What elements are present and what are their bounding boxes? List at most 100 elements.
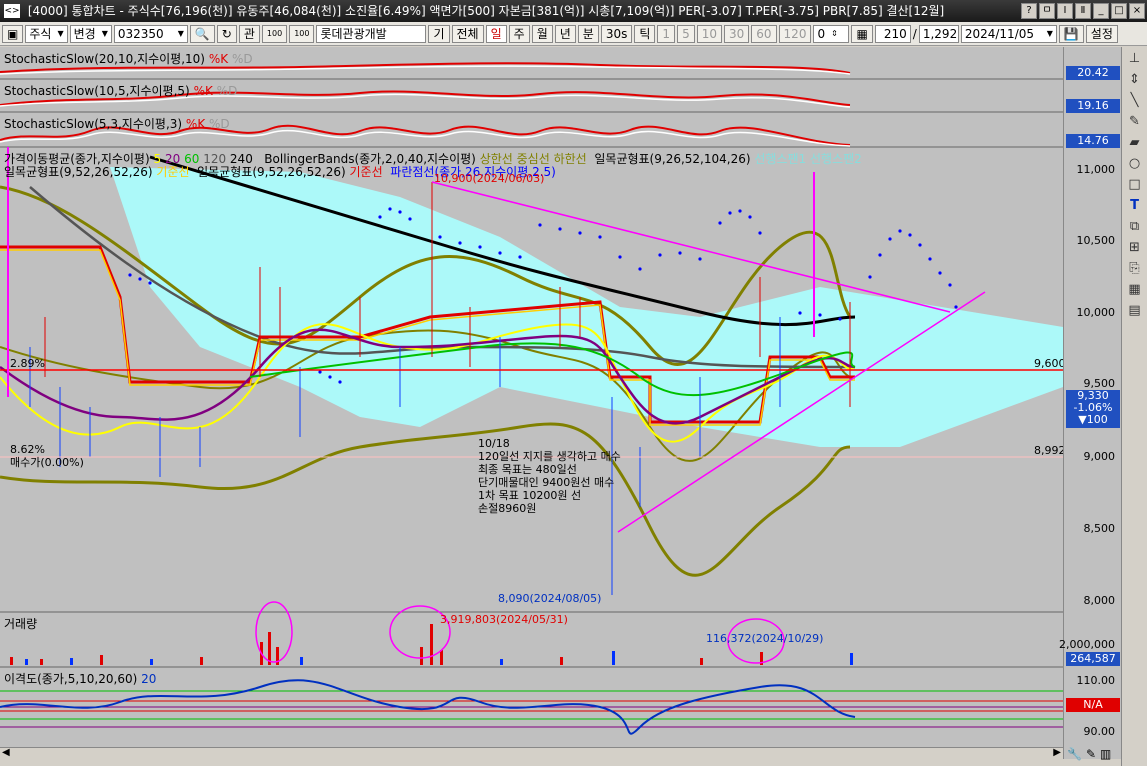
parabolic-dot — [908, 233, 912, 237]
period-week[interactable]: 주 — [508, 24, 530, 43]
period-all[interactable]: 전체 — [451, 24, 484, 43]
window-titlebar: <> [4000] 통합차트 - 주식수[76,196(천)] 유동주[46,0… — [0, 0, 1147, 22]
parabolic-dot — [718, 221, 722, 225]
help-button[interactable]: ? — [1021, 3, 1037, 19]
parabolic-dot — [868, 275, 872, 279]
100-icon[interactable]: 100 — [261, 24, 288, 43]
interval-1[interactable]: 1 — [657, 24, 676, 43]
pen-icon[interactable]: ✎ — [1126, 113, 1144, 131]
marker-icon[interactable]: ▰ — [1126, 134, 1144, 152]
parabolic-dot — [318, 370, 322, 374]
save-icon[interactable]: 💾 — [1058, 24, 1084, 43]
chart-area[interactable]: StochasticSlow(20,10,지수이평,10) %K %D Stoc… — [0, 47, 1066, 759]
layout2-button[interactable]: Ⅱ — [1075, 3, 1091, 19]
parabolic-dot — [878, 253, 882, 257]
draw-icon[interactable]: ✎ — [1086, 747, 1096, 761]
count-separator: / — [912, 26, 917, 41]
stoch3-legend: StochasticSlow(5,3,지수이평,3) %K %D — [4, 117, 230, 131]
grid-icon[interactable]: ▦ — [1126, 281, 1144, 299]
app-icon[interactable]: <> — [4, 4, 20, 18]
layout-button[interactable]: ㅁ — [1039, 3, 1055, 19]
text-tool-icon[interactable]: T — [1126, 197, 1144, 215]
period-minute[interactable]: 분 — [577, 24, 599, 43]
price-tick: 9,000 — [1083, 450, 1116, 463]
parabolic-dot — [558, 227, 562, 231]
volume-bar — [560, 657, 563, 665]
refresh-icon[interactable]: ↻ — [216, 24, 237, 43]
parabolic-dot — [578, 231, 582, 235]
pin-icon[interactable]: ⊥ — [1126, 50, 1144, 68]
period-day[interactable]: 일 — [485, 24, 507, 43]
period-year[interactable]: 년 — [554, 24, 576, 43]
volume-bar — [300, 657, 303, 665]
chart-type-icon[interactable]: ▥ — [1100, 747, 1111, 761]
scroll-left-icon[interactable]: ◀ — [2, 747, 10, 758]
fibonacci-icon[interactable]: ⧉ — [1126, 218, 1144, 236]
horizontal-scrollbar[interactable]: ◀ ▶ — [0, 747, 1063, 759]
volume-bar — [100, 655, 103, 665]
parabolic-dot — [518, 255, 522, 259]
period-tick[interactable]: 틱 — [634, 24, 656, 43]
period-gi[interactable]: 기 — [428, 24, 450, 43]
scroll-right-icon[interactable]: ▶ — [1053, 747, 1061, 758]
chevron-down-icon: ▼ — [57, 28, 64, 38]
vol-peak-annotation: 3,919,803(2024/05/31) — [440, 613, 568, 626]
layout1-button[interactable]: Ⅰ — [1057, 3, 1073, 19]
interval-5[interactable]: 5 — [677, 24, 695, 43]
parabolic-dot — [618, 255, 622, 259]
interval-10[interactable]: 10 — [696, 24, 722, 43]
chart-icon[interactable]: ▤ — [1126, 302, 1144, 320]
layout-icon[interactable]: ▣ — [2, 24, 24, 43]
wrench-icon[interactable]: 🔧 — [1067, 747, 1082, 761]
volume-bar — [25, 659, 28, 665]
volume-bar — [40, 659, 43, 665]
interval-30[interactable]: 30 — [723, 24, 750, 43]
scroll-icon[interactable]: ⇕ — [1126, 71, 1144, 89]
period-month[interactable]: 월 — [531, 24, 553, 43]
stock-name-field[interactable]: 롯데관광개발 — [316, 24, 427, 43]
code-input[interactable]: 032350 ▼ — [113, 24, 188, 43]
minimize-button[interactable]: _ — [1093, 3, 1109, 19]
gann-icon[interactable]: ⊞ — [1126, 239, 1144, 257]
gwan-button[interactable]: 관 — [238, 24, 260, 43]
mode-select[interactable]: 변경 ▼ — [69, 24, 112, 43]
rect-icon[interactable]: □ — [1126, 176, 1144, 194]
date-select[interactable]: 2024/11/05 ▼ — [960, 24, 1057, 43]
settings-button[interactable]: 설정 — [1085, 24, 1118, 43]
interval-60[interactable]: 60 — [751, 24, 777, 43]
volume-circle — [255, 601, 293, 663]
period-30s[interactable]: 30s — [600, 24, 633, 43]
trade-note-line: 최종 목표는 480일선 — [478, 463, 577, 476]
chevron-down-icon: ▼ — [101, 28, 108, 38]
parabolic-dot — [498, 251, 502, 255]
settings-small-icon[interactable]: ▦ — [851, 24, 873, 43]
volume-bars-down — [25, 651, 853, 665]
maximize-button[interactable]: □ — [1111, 3, 1127, 19]
trade-note-date: 10/18 — [478, 437, 510, 450]
total-field: 1,292 — [918, 24, 959, 43]
copy-icon[interactable]: ⎘ — [1126, 260, 1144, 278]
price-scale[interactable]: 20.42 19.16 14.76 11,000 10,500 10,000 9… — [1059, 47, 1121, 759]
price-tick: 10,500 — [1076, 234, 1116, 247]
ichimoku-cloud — [110, 167, 1063, 447]
trade-note-line: 손절8960원 — [478, 502, 537, 515]
100-icon[interactable]: 100 — [289, 24, 315, 43]
disparity-current-badge: N/A — [1066, 698, 1120, 712]
parabolic-dot — [658, 253, 662, 257]
parabolic-dot — [138, 277, 142, 281]
search-icon[interactable]: 🔍 — [189, 24, 215, 43]
parabolic-dot — [798, 311, 802, 315]
market-select[interactable]: 주식 ▼ — [25, 24, 68, 43]
interval-120[interactable]: 120 — [778, 24, 812, 43]
stoch1-value-badge: 20.42 — [1066, 66, 1120, 80]
volume-legend: 거래량 — [4, 617, 38, 631]
count-input[interactable]: 210 — [874, 24, 911, 43]
interval-value-select[interactable]: 0 ⇕ — [813, 24, 850, 43]
circle-icon[interactable]: ○ — [1126, 155, 1144, 173]
line-tool-icon[interactable]: ╲ — [1126, 92, 1144, 110]
parabolic-dot — [388, 207, 392, 211]
high-annotation: 10,900(2024/06/03) — [434, 172, 545, 185]
close-button[interactable]: × — [1129, 3, 1145, 19]
volume-bar — [420, 647, 423, 665]
change-amt: ▼100 — [1078, 413, 1108, 426]
